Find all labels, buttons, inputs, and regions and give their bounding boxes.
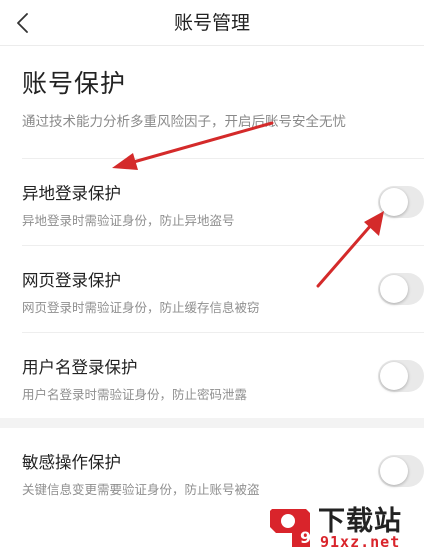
setting-description: 网页登录时需验证身份，防止缓存信息被窃: [22, 300, 260, 315]
setting-row-username-login[interactable]: 用户名登录保护 用户名登录时需验证身份，防止密码泄露: [22, 332, 424, 419]
setting-description: 用户名登录时需验证身份，防止密码泄露: [22, 387, 248, 402]
web-login-toggle[interactable]: [378, 273, 424, 305]
setting-label: 异地登录保护: [22, 184, 121, 203]
setting-row-remote-login[interactable]: 异地登录保护 异地登录时需验证身份，防止异地盗号: [22, 158, 424, 245]
username-login-toggle[interactable]: [378, 360, 424, 392]
watermark-logo-icon: 9: [270, 509, 311, 547]
toggle-knob: [380, 275, 408, 303]
toggle-knob: [380, 188, 408, 216]
section-title: 账号保护: [22, 69, 127, 98]
setting-label: 网页登录保护: [22, 271, 121, 290]
top-nav-bar: 账号管理: [0, 0, 424, 46]
setting-description: 异地登录时需验证身份，防止异地盗号: [22, 213, 235, 228]
setting-label: 用户名登录保护: [22, 358, 138, 377]
toggle-knob: [380, 457, 408, 485]
setting-row-web-login[interactable]: 网页登录保护 网页登录时需验证身份，防止缓存信息被窃: [22, 245, 424, 332]
watermark-logo-text: 9: [300, 528, 311, 547]
watermark-url: 91xz.net: [320, 533, 401, 551]
toggle-knob: [380, 362, 408, 390]
section-description: 通过技术能力分析多重风险因子，开启后账号安全无忧: [22, 114, 346, 130]
site-watermark: 9 下载站 91xz.net: [266, 499, 416, 555]
page-title: 账号管理: [173, 12, 250, 34]
setting-label: 敏感操作保护: [22, 453, 121, 472]
setting-description: 关键信息变更需要验证身份，防止账号被盗: [22, 482, 260, 497]
protection-list: 异地登录保护 异地登录时需验证身份，防止异地盗号 网页登录保护 网页登录时需验证…: [0, 158, 424, 419]
remote-login-toggle[interactable]: [378, 186, 424, 218]
sensitive-operation-toggle[interactable]: [378, 455, 424, 487]
